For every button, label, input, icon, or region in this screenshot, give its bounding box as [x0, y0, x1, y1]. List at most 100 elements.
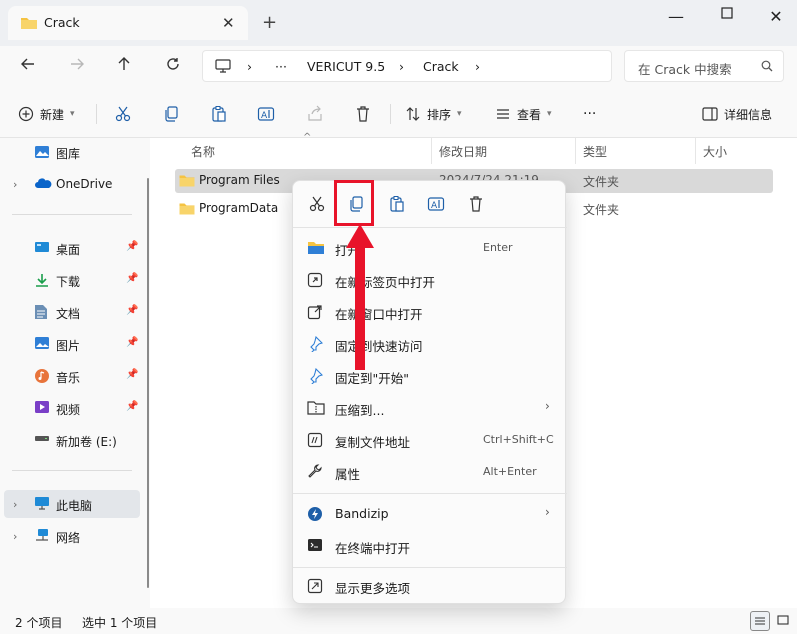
rename-button[interactable]: A: [257, 102, 275, 126]
search-icon: [761, 60, 773, 75]
delete-icon[interactable]: [467, 195, 485, 213]
sidebar-item-gallery[interactable]: 图库: [0, 138, 140, 166]
chevron-down-icon: ▾: [70, 109, 75, 119]
chevron-right-icon[interactable]: ›: [13, 530, 17, 543]
context-menu: A 打开 Enter 在新标签页中打开 在新窗口中打开 固定到快速访问 固定到"…: [292, 180, 567, 604]
details-view-button[interactable]: [750, 611, 770, 631]
menu-item-copy-path[interactable]: 复制文件地址 Ctrl+Shift+C: [301, 425, 559, 455]
back-arrow-icon[interactable]: [17, 56, 39, 78]
sidebar-item-label: 新加卷 (E:): [56, 435, 117, 449]
sidebar-item-label: 文档: [56, 307, 81, 321]
column-header-name[interactable]: 名称: [191, 143, 215, 160]
sidebar-item-label: 图片: [56, 339, 81, 353]
column-header-type[interactable]: 类型: [583, 143, 607, 160]
sidebar-item-onedrive[interactable]: › OneDrive: [0, 170, 140, 198]
list-view-icon: [755, 617, 765, 625]
sort-icon: [406, 107, 420, 121]
delete-button[interactable]: [354, 102, 372, 126]
tab-close-icon[interactable]: ✕: [222, 14, 235, 32]
sidebar-item-downloads[interactable]: 下载 📌: [0, 266, 140, 294]
breadcrumb-separator[interactable]: ›: [247, 59, 252, 74]
sidebar-scrollbar[interactable]: [147, 178, 149, 588]
sidebar-item-pictures[interactable]: 图片 📌: [0, 330, 140, 358]
document-icon: [34, 304, 48, 323]
details-pane-icon: [702, 107, 718, 121]
search-box[interactable]: 在 Crack 中搜索: [624, 50, 784, 82]
paste-icon[interactable]: [388, 195, 406, 213]
sidebar-item-label: 视频: [56, 403, 81, 417]
up-arrow-icon[interactable]: [113, 56, 135, 78]
menu-item-label: Bandizip: [335, 506, 389, 521]
network-icon: [34, 528, 50, 545]
breadcrumb-vericut[interactable]: VERICUT 9.5: [307, 59, 385, 74]
chevron-right-icon[interactable]: ›: [13, 178, 17, 191]
breadcrumb-separator[interactable]: ›: [399, 59, 404, 74]
refresh-icon[interactable]: [162, 56, 184, 78]
details-button[interactable]: 详细信息: [702, 102, 772, 126]
file-name: Program Files: [199, 173, 280, 187]
properties-icon: [307, 464, 323, 483]
copy-path-icon: [307, 432, 323, 451]
delete-icon: [357, 106, 369, 122]
breadcrumb-crack[interactable]: Crack: [423, 59, 459, 74]
sidebar-item-this-pc[interactable]: › 此电脑: [4, 490, 140, 518]
breadcrumb-more[interactable]: ···: [275, 59, 287, 74]
sidebar-item-music[interactable]: 音乐 📌: [0, 362, 140, 390]
menu-item-bandizip[interactable]: Bandizip ›: [301, 499, 559, 529]
paste-button[interactable]: [210, 102, 228, 126]
menu-item-label: 复制文件地址: [335, 435, 411, 450]
menu-item-properties[interactable]: 属性 Alt+Enter: [301, 457, 559, 487]
chevron-right-icon[interactable]: ›: [13, 498, 17, 511]
column-header-date[interactable]: 修改日期: [439, 143, 487, 160]
column-divider[interactable]: [431, 138, 432, 164]
column-header-size[interactable]: 大小: [703, 143, 727, 160]
maximize-button[interactable]: [713, 7, 741, 27]
minimize-button[interactable]: —: [662, 7, 690, 27]
column-divider[interactable]: [695, 138, 696, 164]
new-tab-button[interactable]: +: [262, 12, 277, 33]
status-bar: 2 个项目 选中 1 个项目: [0, 608, 797, 634]
chevron-right-icon: ›: [545, 399, 550, 413]
picture-icon: [34, 336, 50, 353]
new-button[interactable]: 新建 ▾: [18, 102, 75, 126]
menu-item-show-more-options[interactable]: 显示更多选项: [301, 571, 559, 601]
sidebar-divider: [12, 470, 132, 471]
sort-button[interactable]: 排序 ▾: [405, 102, 462, 126]
close-window-button[interactable]: ✕: [762, 7, 790, 27]
search-input[interactable]: 在 Crack 中搜索: [638, 59, 732, 78]
share-button[interactable]: [306, 102, 324, 126]
pin-icon: 📌: [126, 305, 139, 316]
forward-arrow-icon[interactable]: [66, 56, 88, 78]
cut-icon[interactable]: [308, 195, 326, 213]
menu-item-compress[interactable]: 压缩到... ›: [301, 393, 559, 423]
view-icon: [497, 109, 509, 119]
more-options-button[interactable]: ···: [583, 102, 596, 126]
view-button[interactable]: 查看 ▾: [495, 102, 552, 126]
selected-count: 选中 1 个项目: [82, 616, 158, 630]
breadcrumb-separator[interactable]: ›: [475, 59, 480, 74]
column-divider[interactable]: [575, 138, 576, 164]
sidebar-item-documents[interactable]: 文档 📌: [0, 298, 140, 326]
sidebar-item-drive-e[interactable]: 新加卷 (E:): [0, 426, 140, 454]
folder-open-icon: [307, 240, 325, 258]
tab-crack[interactable]: Crack ✕: [8, 6, 248, 40]
menu-item-label: 在终端中打开: [335, 541, 411, 556]
folder-icon: [179, 174, 195, 190]
cut-button[interactable]: [114, 102, 132, 126]
pin-icon: 📌: [126, 369, 139, 380]
tiles-view-button[interactable]: [774, 611, 794, 631]
navigation-bar: › ··· VERICUT 9.5 › Crack › 在 Crack 中搜索: [0, 46, 797, 88]
new-plus-icon: [18, 106, 34, 122]
address-bar[interactable]: › ··· VERICUT 9.5 › Crack ›: [202, 50, 612, 82]
sidebar-item-desktop[interactable]: 桌面 📌: [0, 234, 140, 262]
menu-divider: [293, 493, 567, 494]
drive-icon: [34, 432, 50, 446]
sidebar-item-network[interactable]: › 网络: [0, 522, 140, 550]
sidebar-item-videos[interactable]: 视频 📌: [0, 394, 140, 422]
desktop-icon: [34, 240, 50, 257]
copy-button[interactable]: [162, 102, 180, 126]
menu-divider: [293, 227, 567, 228]
tiles-view-icon: [777, 615, 789, 625]
menu-item-open-terminal[interactable]: 在终端中打开: [301, 531, 559, 561]
rename-icon[interactable]: A: [427, 195, 445, 213]
